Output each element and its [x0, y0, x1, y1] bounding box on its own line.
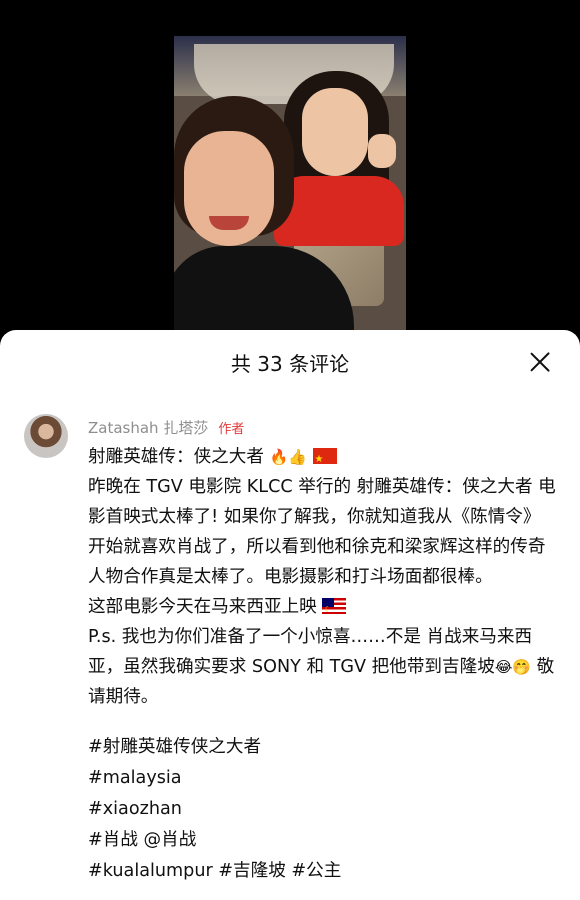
- author-badge: 作者: [218, 421, 245, 437]
- malaysia-flag-icon: [322, 595, 347, 625]
- photo-person-left: [174, 76, 354, 332]
- close-icon[interactable]: [526, 348, 554, 376]
- comment-paragraph: 昨晚在 TGV 电影院 KLCC 举行的 射雕英雄传：侠之大者 电影首映式太棒了…: [88, 477, 556, 587]
- username[interactable]: Zatashah 扎塔莎: [88, 417, 208, 438]
- fire-thumbs-emoji: 🔥👍: [269, 448, 307, 466]
- comment-ps-paragraph: P.s. 我也为你们准备了一个小惊喜……不是 肖战来马来西亚，虽然我确实要求 S…: [88, 627, 555, 707]
- comment-author-row: Zatashah 扎塔莎 作者: [88, 416, 244, 438]
- comment-line-title: 射雕英雄传：侠之大者 🔥👍: [88, 442, 558, 475]
- comments-count-title: 共 33 条评论: [230, 352, 350, 376]
- hashtag-xiaozhan[interactable]: #xiaozhan: [88, 794, 558, 825]
- comment-release-line: 这部电影今天在马来西亚上映: [88, 592, 558, 625]
- comments-sheet: 共 33 条评论 Zatashah 扎塔莎 作者 射雕英雄传：侠之大者 🔥👍 昨…: [0, 330, 580, 900]
- hashtag-list: #射雕英雄传侠之大者 #malaysia #xiaozhan #肖战 @肖战 #…: [88, 732, 558, 887]
- hashtag-movie[interactable]: #射雕英雄传侠之大者: [88, 732, 558, 763]
- avatar[interactable]: [24, 414, 68, 458]
- hashtag-malaysia[interactable]: #malaysia: [88, 763, 558, 794]
- hashtag-kualalumpur[interactable]: #kualalumpur #吉隆坡 #公主: [88, 856, 558, 887]
- post-photo[interactable]: [174, 36, 406, 332]
- laugh-emoji: 😂🤭: [494, 658, 532, 676]
- china-flag-icon: [312, 445, 337, 475]
- hashtag-xiaozhan-mention[interactable]: #肖战 @肖战: [88, 825, 558, 856]
- comment-body: 射雕英雄传：侠之大者 🔥👍 昨晚在 TGV 电影院 KLCC 举行的 射雕英雄传…: [88, 442, 558, 712]
